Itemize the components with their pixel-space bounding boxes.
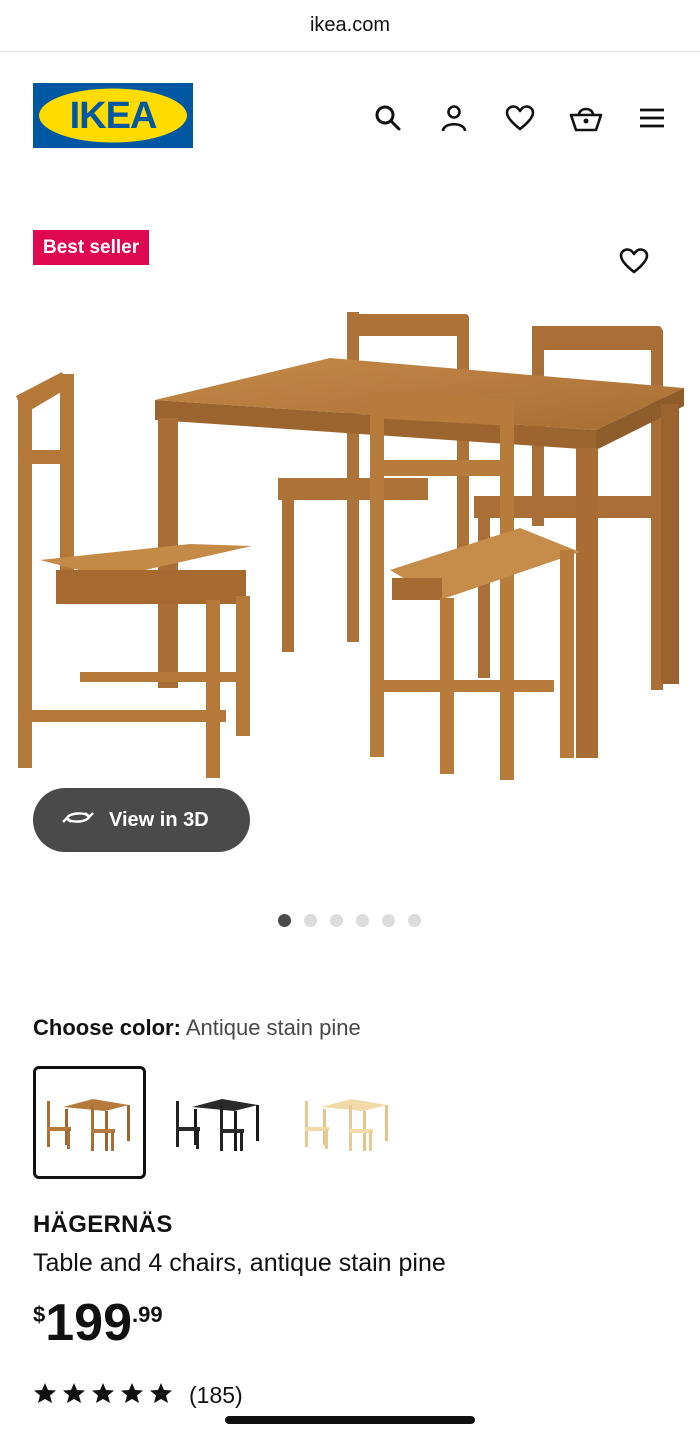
view-in-3d-button[interactable]: View in 3D: [33, 788, 250, 852]
basket-icon[interactable]: [568, 100, 604, 136]
price-currency: $: [33, 1302, 46, 1327]
site-header: IKEA: [0, 52, 700, 180]
star-icon: [62, 1382, 86, 1409]
gallery-dot-6[interactable]: [408, 914, 421, 927]
favorite-heart-icon[interactable]: [616, 243, 652, 279]
gallery-dot-3[interactable]: [330, 914, 343, 927]
star-icon: [120, 1382, 144, 1409]
gallery-dot-4[interactable]: [356, 914, 369, 927]
product-price: $ 199 .99: [33, 1294, 163, 1352]
product-image[interactable]: [0, 300, 700, 790]
selected-color-value: Antique stain pine: [185, 1015, 361, 1040]
price-integer: 199: [45, 1294, 133, 1352]
account-icon[interactable]: [436, 100, 472, 136]
star-icon: [149, 1382, 173, 1409]
review-count[interactable]: (185): [189, 1382, 243, 1409]
swatch-pine[interactable]: [291, 1066, 404, 1179]
url-bar[interactable]: ikea.com: [0, 0, 700, 52]
choose-color-label: Choose color:: [33, 1015, 181, 1040]
gallery-dot-5[interactable]: [382, 914, 395, 927]
rating-stars: [33, 1382, 173, 1409]
heart-icon[interactable]: [502, 100, 538, 136]
price-decimal: .99: [132, 1302, 163, 1327]
star-icon: [91, 1382, 115, 1409]
swatch-black[interactable]: [162, 1066, 275, 1179]
product-description: Table and 4 chairs, antique stain pine: [33, 1249, 446, 1277]
best-seller-badge: Best seller: [33, 230, 150, 265]
star-icon: [33, 1382, 57, 1409]
product-name[interactable]: HÄGERNÄS: [33, 1211, 173, 1239]
view-in-3d-label: View in 3D: [109, 808, 209, 831]
gallery-pagination: [278, 914, 421, 927]
gallery-dot-2[interactable]: [304, 914, 317, 927]
search-icon[interactable]: [370, 100, 406, 136]
home-indicator[interactable]: [225, 1416, 475, 1424]
url-text: ikea.com: [309, 14, 391, 36]
menu-icon[interactable]: [634, 100, 670, 136]
color-swatches: [33, 1066, 404, 1179]
swatch-antique-stain-pine[interactable]: [33, 1066, 146, 1179]
product-rating[interactable]: (185): [33, 1382, 243, 1409]
color-chooser-label: Choose color: Antique stain pine: [33, 1015, 361, 1041]
gallery-dot-1[interactable]: [278, 914, 291, 927]
ikea-logo[interactable]: IKEA: [33, 83, 193, 148]
rotate-3d-icon: [61, 806, 95, 834]
svg-text:IKEA: IKEA: [70, 95, 157, 137]
